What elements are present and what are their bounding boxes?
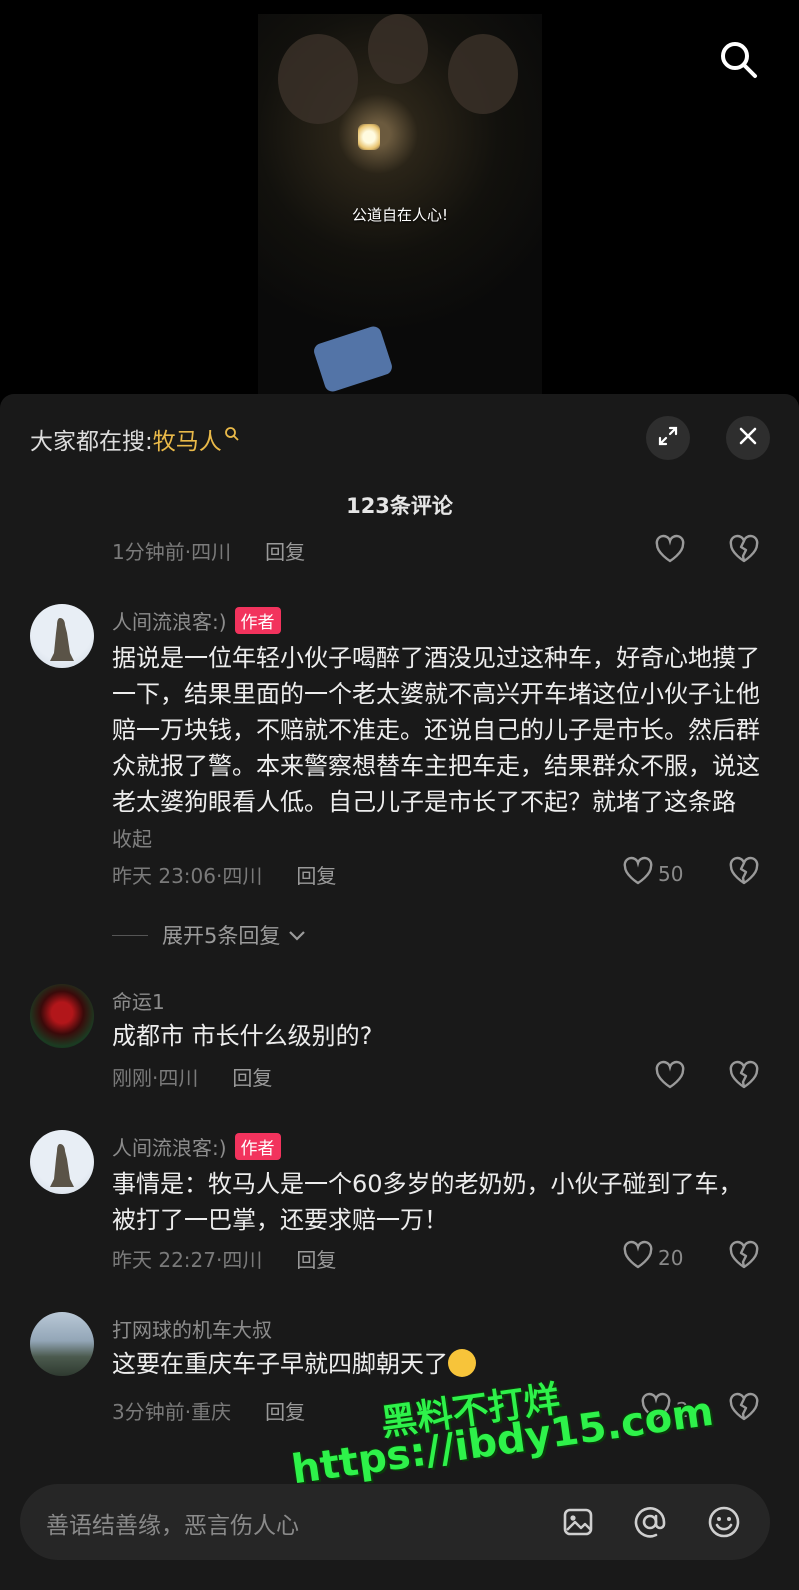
reply-button[interactable]: 回复 — [296, 864, 336, 888]
broken-heart-icon — [728, 1240, 760, 1274]
chevron-down-icon — [288, 923, 306, 947]
comment-username[interactable]: 命运1 — [112, 986, 165, 1015]
comment-time: 3分钟前·重庆 — [112, 1400, 232, 1424]
dislike-button[interactable] — [728, 1392, 760, 1426]
comment-username-row: 打网球的机车大叔 — [112, 1314, 272, 1343]
comment-username-row: 人间流浪客:) 作者 — [112, 1132, 281, 1161]
expand-replies-label: 展开5条回复 — [162, 924, 281, 948]
comment-time: 刚刚·四川 — [112, 1066, 199, 1090]
expand-button[interactable] — [646, 416, 690, 460]
comment-meta: 刚刚·四川 回复 — [112, 1062, 272, 1091]
comment-meta: 昨天 22:27·四川 回复 — [112, 1244, 336, 1273]
comment-body: 成都市 市长什么级别的? — [112, 1022, 373, 1050]
comment-text: 据说是一位年轻小伙子喝醉了酒没见过这种车，好奇心地摸了一下，结果里面的一个老太婆… — [112, 640, 762, 857]
broken-heart-icon — [728, 534, 760, 568]
comment-text: 事情是：牧马人是一个60多岁的老奶奶，小伙子碰到了车，被打了一巴掌，还要求赔一万… — [112, 1166, 762, 1238]
broken-heart-icon — [728, 1392, 760, 1426]
like-count: 20 — [658, 1245, 684, 1270]
comment-time: 1分钟前·四川 — [112, 540, 232, 564]
smiley-icon[interactable] — [702, 1500, 746, 1544]
comment-meta: 昨天 23:06·四川 回复 — [112, 860, 336, 889]
comment-meta: 1分钟前·四川 回复 — [112, 536, 305, 565]
video-person — [278, 34, 358, 124]
reply-button[interactable]: 回复 — [232, 1066, 272, 1090]
video-phone — [311, 324, 395, 394]
hot-search-prefix: 大家都在搜: — [30, 429, 153, 455]
dislike-button[interactable] — [728, 534, 760, 568]
comment-username-row: 命运1 — [112, 986, 165, 1015]
video-area[interactable]: 公道自在人心! — [0, 0, 799, 400]
author-badge: 作者 — [234, 1133, 281, 1160]
dislike-button[interactable] — [728, 856, 760, 890]
like-button[interactable]: 20 — [622, 1240, 683, 1275]
heart-icon — [622, 856, 654, 891]
image-icon[interactable] — [556, 1500, 600, 1544]
close-button[interactable] — [726, 416, 770, 460]
dislike-button[interactable] — [728, 1240, 760, 1274]
video-frame[interactable]: 公道自在人心! — [258, 14, 542, 400]
comment-username[interactable]: 人间流浪客:) — [112, 606, 227, 635]
reply-button[interactable]: 回复 — [265, 540, 305, 564]
comment-count: 123条评论 — [346, 494, 453, 518]
comment-meta: 3分钟前·重庆 回复 — [112, 1396, 305, 1425]
comment-time: 昨天 22:27·四川 — [112, 1248, 263, 1272]
comment-username[interactable]: 人间流浪客:) — [112, 1132, 227, 1161]
comment-username-row: 人间流浪客:) 作者 — [112, 606, 281, 635]
video-person — [368, 14, 428, 84]
avatar[interactable] — [30, 1312, 94, 1376]
comment-username[interactable]: 打网球的机车大叔 — [112, 1314, 272, 1343]
avatar[interactable] — [30, 984, 94, 1048]
collapse-link[interactable]: 收起 — [112, 827, 152, 851]
hot-search-row[interactable]: 大家都在搜:牧马人 — [30, 422, 240, 456]
like-button[interactable]: 50 — [622, 856, 683, 891]
like-button[interactable] — [654, 1060, 686, 1095]
comment-time: 昨天 23:06·四川 — [112, 864, 263, 888]
search-icon[interactable] — [717, 38, 761, 82]
reply-button[interactable]: 回复 — [296, 1248, 336, 1272]
at-icon[interactable] — [628, 1500, 672, 1544]
avatar[interactable] — [30, 1130, 94, 1194]
comment-input-placeholder: 善语结善缘，恶言伤人心 — [46, 1513, 299, 1539]
broken-heart-icon — [728, 1060, 760, 1094]
comment-body: 这要在重庆车子早就四脚朝天了 — [112, 1350, 448, 1378]
laughing-emoji-icon — [448, 1349, 476, 1377]
like-button[interactable] — [654, 534, 686, 569]
search-icon — [224, 422, 240, 448]
author-badge: 作者 — [234, 607, 281, 634]
avatar[interactable] — [30, 604, 94, 668]
comment-body: 事情是：牧马人是一个60多岁的老奶奶，小伙子碰到了车，被打了一巴掌，还要求赔一万… — [112, 1170, 743, 1234]
like-count: 50 — [658, 861, 684, 886]
divider — [112, 934, 148, 936]
comment-body: 据说是一位年轻小伙子喝醉了酒没见过这种车，好奇心地摸了一下，结果里面的一个老太婆… — [112, 644, 760, 816]
heart-icon — [654, 534, 686, 569]
heart-icon — [654, 1060, 686, 1095]
reply-button[interactable]: 回复 — [265, 1400, 305, 1424]
dislike-button[interactable] — [728, 1060, 760, 1094]
video-person — [448, 34, 518, 114]
heart-icon — [622, 1240, 654, 1275]
expand-replies-button[interactable]: 展开5条回复 — [112, 920, 306, 950]
close-icon — [737, 425, 759, 451]
hot-search-keyword[interactable]: 牧马人 — [153, 429, 222, 455]
phone-flashlight — [358, 124, 380, 150]
comment-text: 这要在重庆车子早就四脚朝天了 — [112, 1346, 762, 1382]
video-caption: 公道自在人心! — [351, 206, 448, 224]
expand-icon — [656, 424, 680, 452]
broken-heart-icon — [728, 856, 760, 890]
comment-text: 成都市 市长什么级别的? — [112, 1018, 762, 1054]
